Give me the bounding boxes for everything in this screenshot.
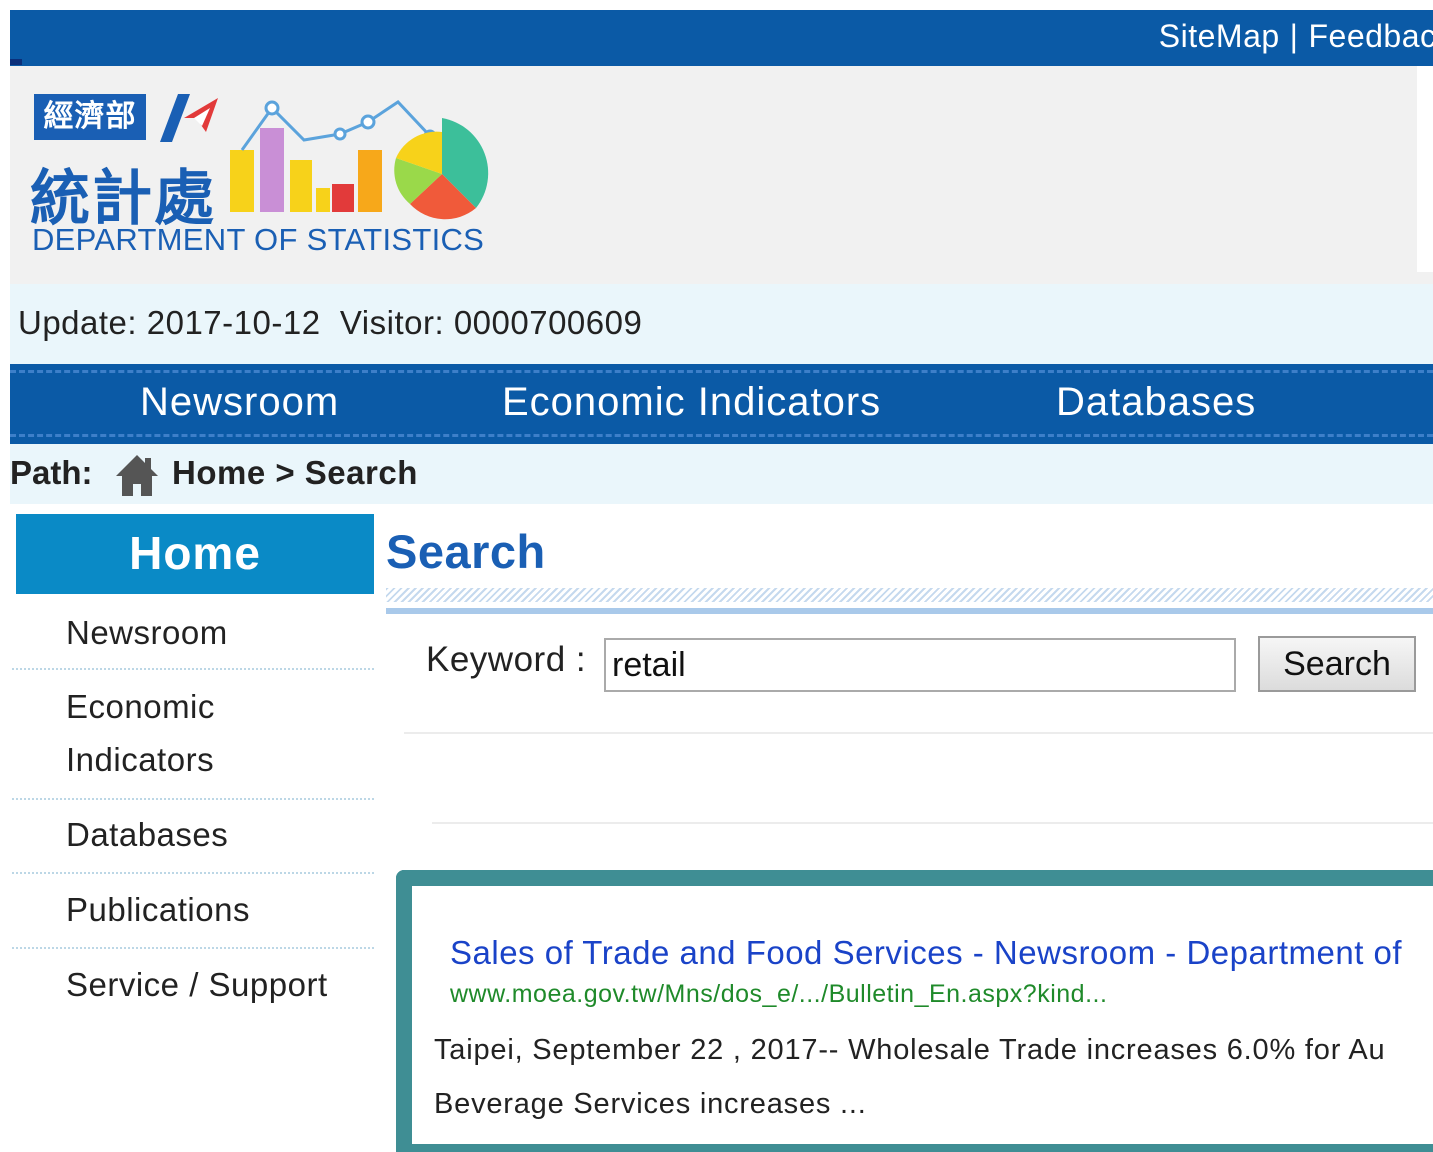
ministry-badge: 經濟部	[34, 94, 146, 140]
update-visitor-text: Update: 2017-10-12 Visitor: 0000700609	[18, 304, 643, 341]
divider-line	[432, 822, 1433, 824]
keyword-search-input[interactable]	[604, 638, 1236, 692]
nav-dashed-border-bottom	[10, 434, 1433, 437]
statistics-chart-logo-icon	[230, 100, 489, 220]
sidebar-divider	[12, 798, 374, 800]
result-snippet-line2: Beverage Services increases ...	[434, 1088, 867, 1120]
sidebar-divider	[12, 947, 374, 949]
sidebar-item-databases[interactable]: Databases	[66, 808, 228, 861]
sidebar-item-economic-indicators-line1[interactable]: Economic	[66, 680, 215, 733]
sidebar-item-service-support[interactable]: Service / Support	[66, 958, 328, 1011]
link-separator: |	[1289, 18, 1299, 54]
sidebar-item-newsroom[interactable]: Newsroom	[66, 606, 228, 659]
result-title-link[interactable]: Sales of Trade and Food Services - Newsr…	[450, 934, 1402, 972]
home-icon[interactable]	[114, 452, 160, 498]
search-button[interactable]: Search	[1258, 636, 1416, 692]
department-name-english: DEPARTMENT OF STATISTICS	[32, 222, 485, 257]
sidebar: Home Newsroom Economic Indicators Databa…	[12, 514, 374, 1003]
sidebar-divider	[12, 872, 374, 874]
title-underline	[386, 608, 1433, 614]
header-right-edge	[1417, 66, 1433, 272]
ministry-logo-mark	[160, 94, 218, 142]
sidebar-divider	[12, 668, 374, 670]
search-result-card: Sales of Trade and Food Services - Newsr…	[396, 870, 1433, 1152]
breadcrumb-trail[interactable]: Home > Search	[172, 454, 418, 492]
divider-line	[404, 732, 1433, 734]
result-snippet-line1: Taipei, September 22 , 2017-- Wholesale …	[434, 1034, 1386, 1066]
path-label: Path:	[10, 454, 93, 491]
feedback-link[interactable]: Feedback	[1308, 18, 1433, 54]
nav-newsroom[interactable]: Newsroom	[140, 380, 339, 425]
keyword-label: Keyword :	[426, 640, 587, 679]
sidebar-header-home[interactable]: Home	[16, 514, 374, 594]
title-stripe-divider	[386, 588, 1433, 602]
sitemap-link[interactable]: SiteMap	[1159, 18, 1280, 54]
topbar-accent	[10, 59, 22, 65]
breadcrumb: Path: Home > Search	[10, 444, 1433, 504]
nav-dashed-border-top	[10, 370, 1433, 373]
status-bar: Update: 2017-10-12 Visitor: 0000700609	[10, 284, 1433, 364]
sidebar-item-publications[interactable]: Publications	[66, 883, 250, 936]
utility-links: SiteMap|Feedback	[1159, 18, 1433, 55]
nav-databases[interactable]: Databases	[1056, 380, 1256, 425]
sidebar-item-economic-indicators-line2[interactable]: Indicators	[66, 733, 214, 786]
top-utility-bar: SiteMap|Feedback	[10, 10, 1433, 66]
main-navigation: Newsroom Economic Indicators Databases	[10, 364, 1433, 444]
nav-economic-indicators[interactable]: Economic Indicators	[502, 380, 881, 425]
site-header: 經濟部 統計處 DEPARTMENT OF STATISTICS	[10, 66, 1433, 284]
result-url: www.moea.gov.tw/Mns/dos_e/.../Bulletin_E…	[450, 980, 1108, 1008]
page-title: Search	[386, 525, 546, 578]
